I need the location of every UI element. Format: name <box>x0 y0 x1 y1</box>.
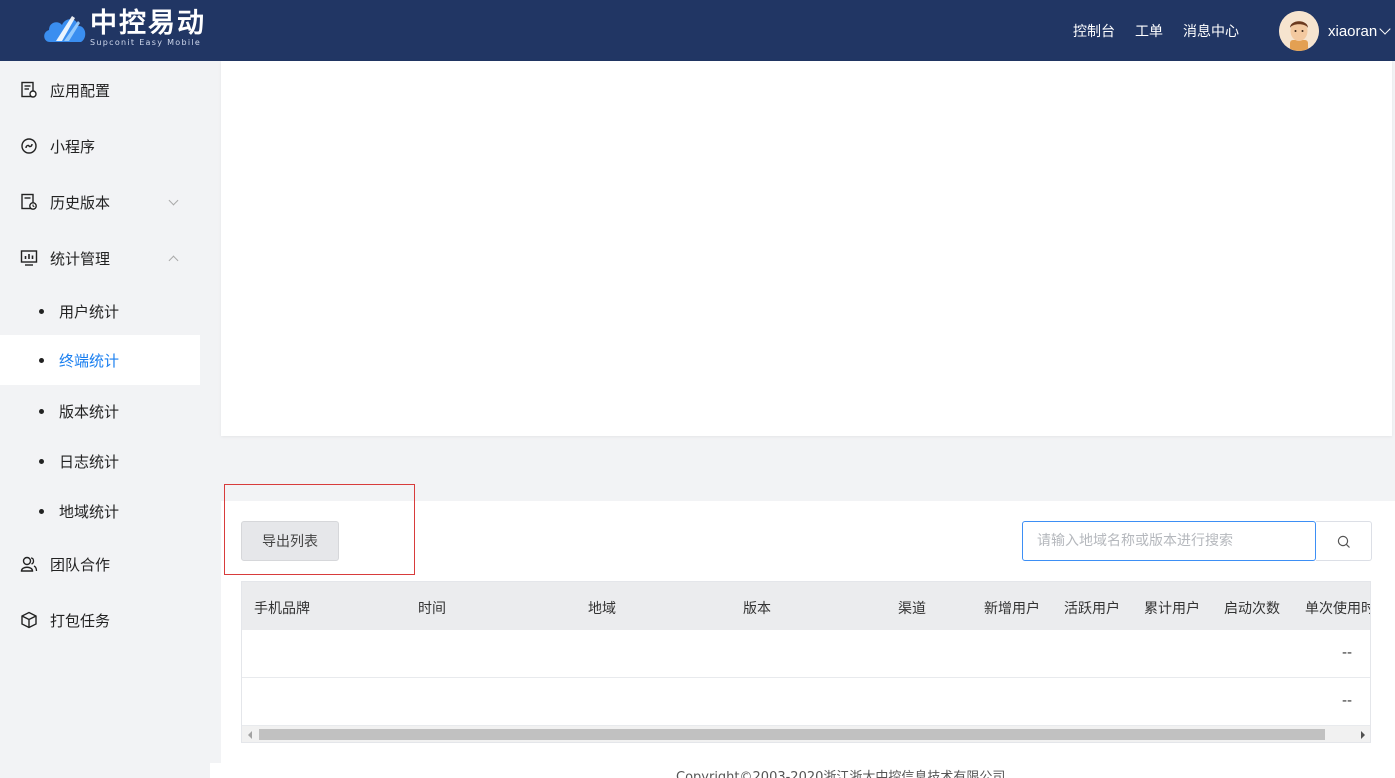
bullet-dot <box>39 508 44 514</box>
sidebar-subitem-region-stats[interactable]: 地域统计 <box>0 486 200 536</box>
logo-cloud-icon <box>42 8 90 48</box>
mini-program-icon <box>21 138 37 154</box>
footer: Copyright©2003-2020浙江浙大中控信息技术有限公司 <box>210 763 1395 778</box>
sidebar-subitem-user-stats[interactable]: 用户统计 <box>0 286 200 336</box>
sidebar-subitem-version-stats[interactable]: 版本统计 <box>0 386 200 436</box>
sidebar-item-team[interactable]: 团队合作 <box>0 536 200 592</box>
sidebar-item-app-config[interactable]: 应用配置 <box>0 62 200 118</box>
sidebar-item-label: 统计管理 <box>50 249 111 268</box>
table-header: 手机品牌 时间 地域 版本 渠道 新增用户 活跃用户 累计用户 启动次数 单次使… <box>242 582 1370 630</box>
column-header[interactable]: 单次使用时 <box>1305 598 1370 618</box>
avatar[interactable] <box>1279 11 1319 51</box>
sidebar-subitem-label: 用户统计 <box>59 302 120 321</box>
sidebar-item-label: 团队合作 <box>50 555 111 574</box>
team-icon <box>20 556 38 572</box>
sidebar: 应用配置 小程序 历史版本 统计管理 用户统计 终端统计 版本统计 日志统计 地… <box>0 61 200 778</box>
nav-messages[interactable]: 消息中心 <box>1183 21 1239 41</box>
sidebar-subitem-label: 地域统计 <box>59 502 120 521</box>
user-menu[interactable]: xiaoran <box>1279 11 1391 51</box>
column-header[interactable]: 时间 <box>418 598 446 618</box>
sidebar-item-mini-program[interactable]: 小程序 <box>0 118 200 174</box>
logo-title: 中控易动 <box>90 8 206 39</box>
scroll-right-icon[interactable] <box>1361 731 1365 739</box>
bullet-dot <box>39 357 44 363</box>
top-nav: 控制台 工单 消息中心 <box>1073 0 1239 61</box>
sidebar-item-label: 打包任务 <box>50 611 111 630</box>
chevron-down-icon[interactable] <box>1379 22 1391 35</box>
top-header: 中控易动 Supconit Easy Mobile 控制台 工单 消息中心 xi… <box>0 0 1395 61</box>
export-list-button[interactable]: 导出列表 <box>241 521 339 561</box>
table-cell: -- <box>1342 693 1353 709</box>
chevron-down-icon[interactable] <box>168 195 179 206</box>
sidebar-item-label: 应用配置 <box>50 81 111 100</box>
bullet-dot <box>39 308 44 314</box>
column-header[interactable]: 新增用户 <box>984 598 1040 618</box>
nav-console[interactable]: 控制台 <box>1073 21 1115 41</box>
column-header[interactable]: 手机品牌 <box>254 598 310 618</box>
sidebar-subitem-label: 版本统计 <box>59 402 120 421</box>
search-input[interactable] <box>1022 521 1316 561</box>
scrollbar-thumb[interactable] <box>259 729 1325 740</box>
sidebar-subitem-label: 日志统计 <box>59 452 120 471</box>
horizontal-scrollbar[interactable] <box>242 726 1370 742</box>
sidebar-item-label: 历史版本 <box>50 193 111 212</box>
sidebar-item-history-version[interactable]: 历史版本 <box>0 174 200 230</box>
column-header[interactable]: 活跃用户 <box>1064 598 1120 618</box>
column-header[interactable]: 累计用户 <box>1144 598 1200 618</box>
app-config-icon <box>21 81 37 98</box>
bullet-dot <box>39 408 44 414</box>
sidebar-item-label: 小程序 <box>50 137 96 156</box>
sidebar-subitem-label: 终端统计 <box>59 351 120 370</box>
copyright-text: Copyright©2003-2020浙江浙大中控信息技术有限公司 <box>676 770 1006 778</box>
column-header[interactable]: 版本 <box>743 598 771 618</box>
chart-card <box>221 61 1392 436</box>
scroll-left-icon[interactable] <box>248 731 252 739</box>
sidebar-item-package[interactable]: 打包任务 <box>0 592 200 648</box>
username[interactable]: xiaoran <box>1328 23 1377 40</box>
logo-subtitle: Supconit Easy Mobile <box>90 38 202 47</box>
bullet-dot <box>39 458 44 464</box>
chevron-up-icon[interactable] <box>168 255 179 266</box>
table-cell: -- <box>1342 645 1353 661</box>
search-button[interactable] <box>1316 521 1372 561</box>
column-header[interactable]: 地域 <box>588 598 616 618</box>
terminal-stats-table: 手机品牌 时间 地域 版本 渠道 新增用户 活跃用户 累计用户 启动次数 单次使… <box>241 581 1371 743</box>
sidebar-subitem-log-stats[interactable]: 日志统计 <box>0 436 200 486</box>
table-row[interactable]: -- <box>242 678 1370 726</box>
table-row[interactable]: -- <box>242 630 1370 678</box>
package-icon <box>21 611 37 629</box>
search-icon <box>1337 535 1350 548</box>
history-version-icon <box>21 193 37 210</box>
logo[interactable]: 中控易动 Supconit Easy Mobile <box>42 8 206 48</box>
nav-tickets[interactable]: 工单 <box>1135 21 1163 41</box>
sidebar-item-stats[interactable]: 统计管理 <box>0 230 200 286</box>
sidebar-subitem-terminal-stats[interactable]: 终端统计 <box>0 335 200 385</box>
column-header[interactable]: 启动次数 <box>1224 598 1280 618</box>
column-header[interactable]: 渠道 <box>898 598 926 618</box>
stats-icon <box>20 250 38 266</box>
